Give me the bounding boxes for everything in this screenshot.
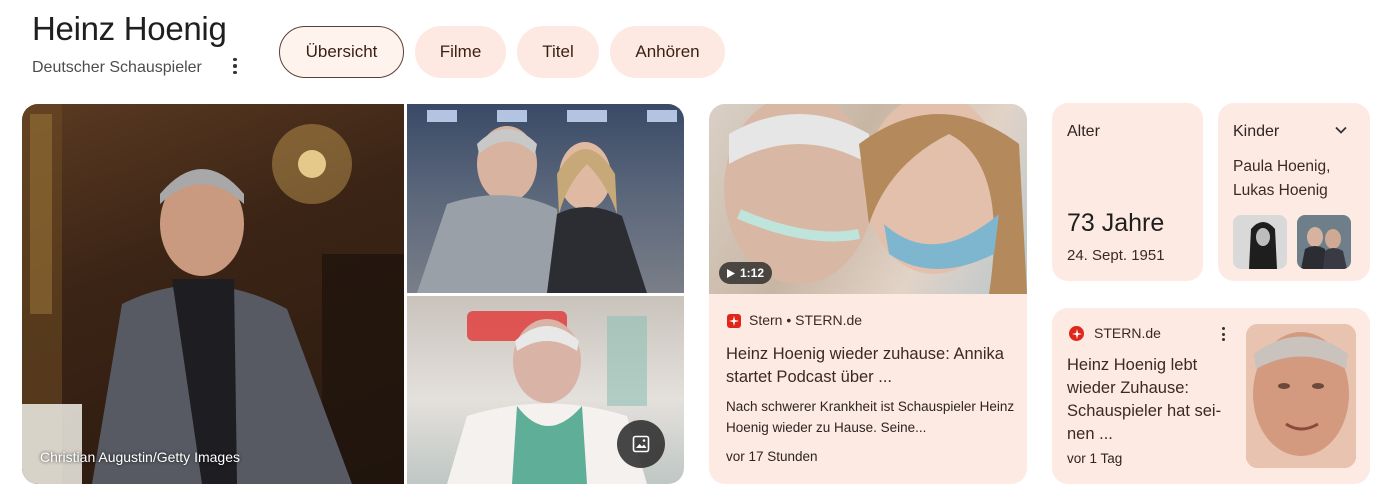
children-names[interactable]: Paula Hoenig, Lukas Hoenig (1233, 155, 1363, 203)
image-icon (632, 435, 650, 453)
image-gallery-button[interactable] (617, 420, 665, 468)
child-thumbnail-paula[interactable] (1233, 215, 1287, 269)
news-timestamp: vor 17 Stunden (726, 449, 818, 464)
news2-thumbnail-illustration (1246, 324, 1356, 468)
entity-title: Heinz Hoenig (32, 10, 227, 47)
video-duration: 1:12 (740, 266, 765, 280)
photo-airport[interactable] (407, 104, 684, 293)
news-snippet: Nach schwerer Krankheit ist Schauspieler… (726, 399, 1015, 435)
chevron-down-icon[interactable] (1334, 123, 1348, 142)
age-label: Alter (1067, 123, 1100, 140)
entity-subtitle: Deutscher Schauspieler (32, 59, 202, 76)
news-card-2[interactable]: STERN.de Heinz Hoenig lebt wieder Zuhaus… (1052, 308, 1370, 484)
photo-airport-illustration (417, 110, 677, 293)
video-duration-badge: 1:12 (719, 262, 773, 284)
stern-logo-icon (727, 314, 741, 328)
news-card[interactable]: 1:12 Stern • STERN.de Heinz Hoenig wiede… (709, 104, 1027, 484)
news2-thumbnail[interactable] (1246, 324, 1356, 468)
age-card[interactable]: Alter 73 Jahre 24. Sept. 1951 (1052, 103, 1203, 281)
play-icon (727, 268, 735, 278)
news-source: Stern • STERN.de (749, 312, 863, 328)
tab-uebersicht[interactable]: Übersicht (279, 26, 404, 78)
tab-filme[interactable]: Filme (415, 26, 506, 78)
news2-source: STERN.de (1094, 325, 1161, 341)
child-thumbnail-lukas[interactable] (1297, 215, 1351, 269)
child-photo-1 (1233, 215, 1287, 269)
age-value: 73 Jahre (1067, 209, 1165, 237)
tab-anhoeren[interactable]: Anhören (610, 26, 725, 78)
child-photo-2 (1297, 215, 1351, 269)
main-photo-illustration (22, 104, 404, 484)
tab-titel[interactable]: Titel (517, 26, 599, 78)
more-options-icon[interactable] (1218, 326, 1228, 342)
news2-timestamp: vor 1 Tag (1067, 451, 1123, 466)
news-headline[interactable]: Heinz Hoenig wieder zuhause: Annika star… (726, 343, 1016, 389)
image-credit: Christian Augustin/Getty Images (40, 449, 240, 465)
main-photo[interactable] (22, 104, 404, 484)
news2-headline[interactable]: Heinz Hoenig lebt wieder Zuhause: Schaus… (1067, 354, 1242, 446)
birth-date: 24. Sept. 1951 (1067, 247, 1165, 264)
children-label: Kinder (1233, 123, 1280, 140)
news-video-thumbnail[interactable]: 1:12 (709, 104, 1027, 294)
children-card[interactable]: Kinder Paula Hoenig, Lukas Hoenig (1218, 103, 1370, 281)
stern-logo-icon (1069, 326, 1084, 341)
more-options-icon[interactable] (228, 56, 242, 76)
